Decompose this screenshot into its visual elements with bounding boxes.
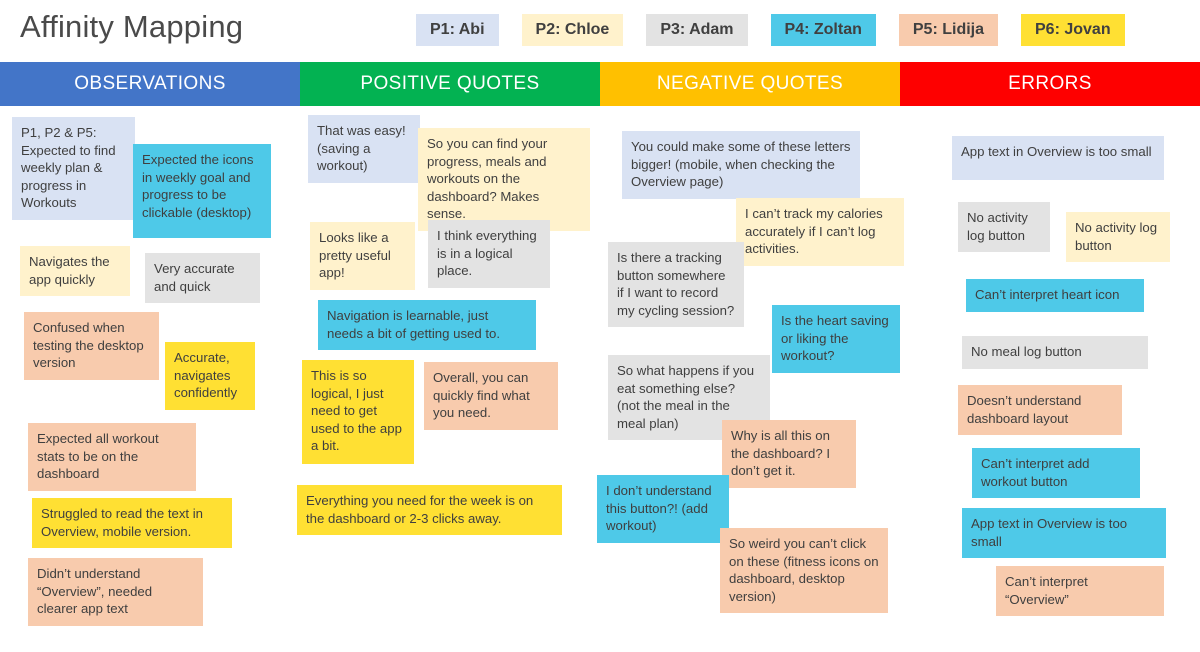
sticky-note[interactable]: Is there a tracking button somewhere if … — [608, 242, 744, 328]
sticky-note[interactable]: No activity log button — [958, 202, 1050, 253]
participant-chip-p1[interactable]: P1: Abi — [416, 14, 499, 46]
sticky-note[interactable]: Looks like a pretty useful app! — [310, 222, 415, 290]
sticky-note[interactable]: App text in Overview is too small — [962, 508, 1166, 559]
participant-chip-p6[interactable]: P6: Jovan — [1021, 14, 1125, 46]
column-header-positive-quotes[interactable]: POSITIVE QUOTES — [300, 62, 600, 106]
sticky-note[interactable]: So you can find your progress, meals and… — [418, 128, 590, 231]
sticky-note[interactable]: So weird you can’t click on these (fitne… — [720, 528, 888, 614]
sticky-note[interactable]: Very accurate and quick — [145, 253, 260, 304]
column-header-observations[interactable]: OBSERVATIONS — [0, 62, 300, 106]
column-header-errors[interactable]: ERRORS — [900, 62, 1200, 106]
sticky-note[interactable]: Confused when testing the desktop versio… — [24, 312, 159, 380]
sticky-note[interactable]: Expected all workout stats to be on the … — [28, 423, 196, 491]
sticky-note[interactable]: Why is all this on the dashboard? I don’… — [722, 420, 856, 488]
sticky-note[interactable]: Accurate, navigates confidently — [165, 342, 255, 410]
page-title: Affinity Mapping — [20, 9, 244, 44]
header-bar: Affinity Mapping P1: Abi P2: Chloe P3: Ada… — [0, 0, 1200, 62]
sticky-note[interactable]: Didn’t understand “Overview”, needed cle… — [28, 558, 203, 626]
sticky-note[interactable]: Navigates the app quickly — [20, 246, 130, 297]
participant-chip-p3[interactable]: P3: Adam — [646, 14, 748, 46]
participant-legend: P1: Abi P2: Chloe P3: Adam P4: Zoltan P5: Li… — [416, 14, 1125, 46]
participant-chip-p4[interactable]: P4: Zoltan — [770, 14, 876, 46]
sticky-note[interactable]: Everything you need for the week is on t… — [297, 485, 562, 536]
column-header-negative-quotes[interactable]: NEGATIVE QUOTES — [600, 62, 900, 106]
sticky-note[interactable]: No meal log button — [962, 336, 1148, 369]
sticky-note[interactable]: Can’t interpret add workout button — [972, 448, 1140, 499]
sticky-note[interactable]: App text in Overview is too small — [952, 136, 1164, 180]
sticky-note[interactable]: Expected the icons in weekly goal and pr… — [133, 144, 271, 238]
participant-chip-p2[interactable]: P2: Chloe — [521, 14, 624, 46]
sticky-note[interactable]: That was easy! (saving a workout) — [308, 115, 420, 183]
sticky-note[interactable]: Is the heart saving or liking the workou… — [772, 305, 900, 373]
sticky-note[interactable]: Can’t interpret “Overview” — [996, 566, 1164, 617]
participant-chip-p5[interactable]: P5: Lidija — [898, 14, 998, 46]
sticky-note[interactable]: Can’t interpret heart icon — [966, 279, 1144, 312]
sticky-note[interactable]: You could make some of these letters big… — [622, 131, 860, 199]
sticky-note[interactable]: No activity log button — [1066, 212, 1170, 263]
sticky-note[interactable]: Struggled to read the text in Overview, … — [32, 498, 232, 549]
sticky-note[interactable]: Doesn’t understand dashboard layout — [958, 385, 1122, 436]
sticky-note[interactable]: Overall, you can quickly find what you n… — [424, 362, 558, 430]
sticky-note[interactable]: This is so logical, I just need to get u… — [302, 360, 414, 464]
sticky-note[interactable]: I don’t understand this button?! (add wo… — [597, 475, 729, 543]
sticky-note[interactable]: I can’t track my calories accurately if … — [736, 198, 904, 266]
sticky-note[interactable]: P1, P2 & P5: Expected to find weekly pla… — [12, 117, 135, 220]
sticky-note[interactable]: Navigation is learnable, just needs a bi… — [318, 300, 536, 351]
affinity-board: Affinity Mapping P1: Abi P2: Chloe P3: Ada… — [0, 0, 1200, 652]
sticky-note[interactable]: I think everything is in a logical place… — [428, 220, 550, 288]
